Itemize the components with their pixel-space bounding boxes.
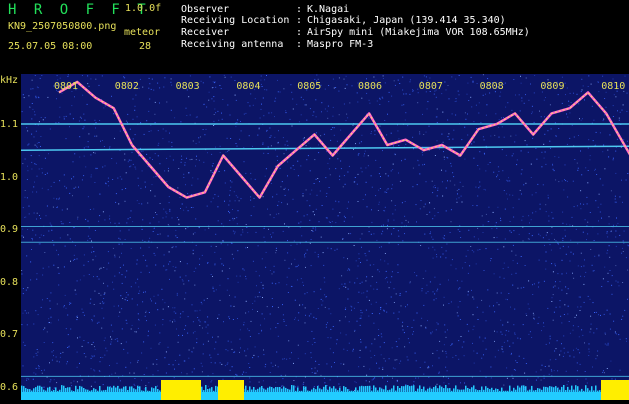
receiver-value: AirSpy mini (Miakejima VOR 108.65MHz): [307, 28, 530, 38]
count-label: 28: [139, 42, 151, 52]
x-tick-label: 0806: [358, 81, 382, 92]
x-tick-label: 0808: [480, 81, 504, 92]
x-tick-label: 0802: [115, 81, 139, 92]
y-tick-label: 0.8: [0, 277, 18, 288]
datetime-label: 25.07.05 08:00: [8, 42, 92, 52]
header-panel: H R O F F T 1.0.0f KN9_2507050800.png me…: [0, 0, 629, 74]
x-tick-label: 0809: [540, 81, 564, 92]
x-tick-label: 0805: [297, 81, 321, 92]
spectrogram-plot: [21, 74, 629, 400]
x-tick-label: 0801: [54, 81, 78, 92]
y-tick-label: 0.6: [0, 382, 18, 393]
antenna-value: Maspro FM-3: [307, 40, 373, 50]
y-axis-unit: kHz: [0, 75, 18, 86]
version-label: 1.0.0f: [125, 4, 161, 14]
spectrogram-svg: [21, 74, 629, 400]
receiver-label: Receiver: [181, 28, 229, 38]
location-colon: :: [296, 16, 302, 26]
x-tick-label: 0804: [236, 81, 260, 92]
observer-value: K.Nagai: [307, 5, 349, 15]
observer-label: Observer: [181, 5, 229, 15]
y-tick-label: 1.1: [0, 119, 18, 130]
location-label: Receiving Location: [181, 16, 289, 26]
y-tick-label: 0.7: [0, 329, 18, 340]
program-label: meteor: [124, 28, 160, 38]
antenna-colon: :: [296, 40, 302, 50]
receiver-colon: :: [296, 28, 302, 38]
observer-colon: :: [296, 5, 302, 15]
y-tick-label: 1.0: [0, 172, 18, 183]
x-tick-label: 0807: [419, 81, 443, 92]
antenna-label: Receiving antenna: [181, 40, 283, 50]
y-tick-label: 0.9: [0, 224, 18, 235]
location-value: Chigasaki, Japan (139.414 35.340): [307, 16, 506, 26]
x-tick-label: 0803: [176, 81, 200, 92]
filename-label: KN9_2507050800.png: [8, 22, 116, 32]
x-tick-label: 0810: [601, 81, 625, 92]
